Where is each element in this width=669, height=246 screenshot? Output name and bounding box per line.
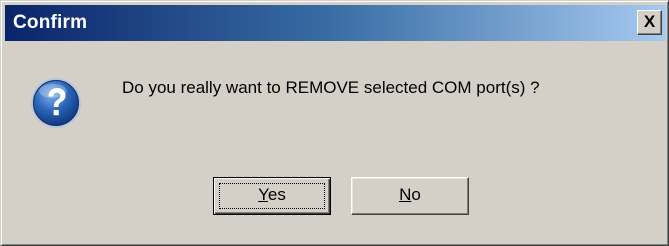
yes-accelerator: Y <box>258 185 268 204</box>
confirm-message: Do you really want to REMOVE selected CO… <box>122 78 540 97</box>
no-label-rest: o <box>411 185 421 204</box>
window-title: Confirm <box>13 12 88 33</box>
yes-button[interactable]: Yes <box>213 177 331 215</box>
title-bar[interactable]: Confirm X <box>5 5 666 41</box>
question-icon <box>31 78 81 128</box>
yes-button-label: Yes <box>258 185 286 204</box>
no-button-label: No <box>399 185 421 204</box>
close-button[interactable]: X <box>637 10 662 35</box>
confirm-dialog: Confirm X Do you really want to REMOVE s… <box>0 0 669 246</box>
no-accelerator: N <box>399 185 412 204</box>
close-icon: X <box>643 12 656 31</box>
yes-label-rest: es <box>267 185 286 204</box>
no-button[interactable]: No <box>351 177 469 215</box>
